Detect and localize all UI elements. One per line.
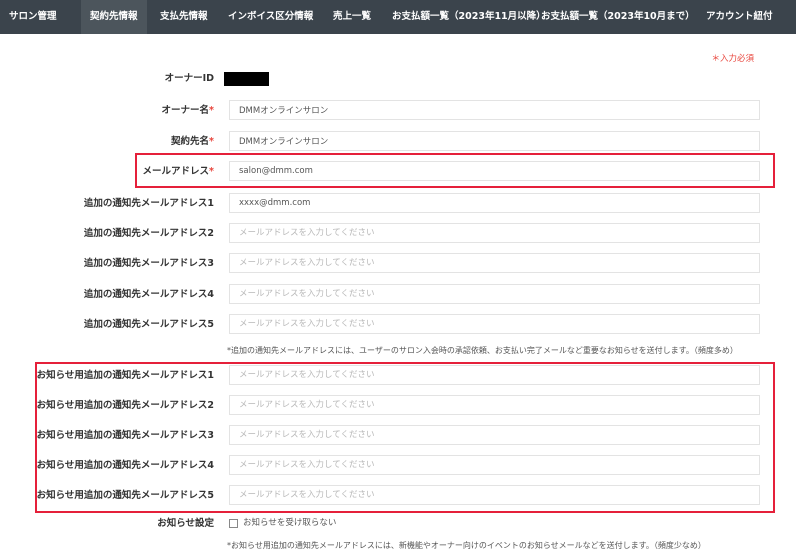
redacted-owner-id xyxy=(224,72,269,86)
contract-name-row: 契約先名* xyxy=(0,131,796,153)
email-label: メールアドレス* xyxy=(142,166,214,177)
notice-setting-label: お知らせ設定 xyxy=(157,518,214,529)
extra-email-label-3: 追加の通知先メールアドレス3 xyxy=(83,258,214,269)
extra-email-label-2: 追加の通知先メールアドレス2 xyxy=(83,228,214,239)
news-email-field-3[interactable] xyxy=(229,425,760,445)
notice-setting-row: お知らせ設定 xyxy=(0,513,796,535)
email-field[interactable] xyxy=(229,161,760,181)
email-row: メールアドレス* xyxy=(0,161,796,183)
extra-email-note: *追加の通知先メールアドレスには、ユーザーのサロン入会時の承認依頼、お支払い完了… xyxy=(227,346,738,355)
news-email-label-5: お知らせ用追加の通知先メールアドレス5 xyxy=(36,490,214,501)
news-email-field-4[interactable] xyxy=(229,455,760,475)
owner-id-label: オーナーID xyxy=(164,73,214,84)
extra-email-row-5: 追加の通知先メールアドレス5 xyxy=(0,314,796,336)
owner-name-row: オーナー名* xyxy=(0,100,796,122)
contract-name-label: 契約先名* xyxy=(171,136,214,147)
extra-email-field-2[interactable] xyxy=(229,223,760,243)
extra-email-field-4[interactable] xyxy=(229,284,760,304)
tab-sales-list[interactable]: 売上一覧 xyxy=(333,0,371,34)
news-email-label-1: お知らせ用追加の通知先メールアドレス1 xyxy=(36,370,214,381)
news-email-row-1: お知らせ用追加の通知先メールアドレス1 xyxy=(0,365,796,387)
extra-email-label-4: 追加の通知先メールアドレス4 xyxy=(83,289,214,300)
news-email-row-5: お知らせ用追加の通知先メールアドレス5 xyxy=(0,485,796,507)
top-navigation: サロン管理 契約先情報 支払先情報 インボイス区分情報 売上一覧 お支払額一覧（… xyxy=(0,0,796,34)
extra-email-row-4: 追加の通知先メールアドレス4 xyxy=(0,284,796,306)
extra-email-field-3[interactable] xyxy=(229,253,760,273)
contract-name-field[interactable] xyxy=(229,131,760,151)
owner-id-row: オーナーID xyxy=(0,68,796,90)
extra-email-label-1: 追加の通知先メールアドレス1 xyxy=(83,198,214,209)
news-email-label-4: お知らせ用追加の通知先メールアドレス4 xyxy=(36,460,214,471)
news-email-field-1[interactable] xyxy=(229,365,760,385)
tab-contract-info[interactable]: 契約先情報 xyxy=(81,0,147,34)
tab-payee-info[interactable]: 支払先情報 xyxy=(160,0,208,34)
news-email-row-2: お知らせ用追加の通知先メールアドレス2 xyxy=(0,395,796,417)
owner-name-field[interactable] xyxy=(229,100,760,120)
extra-email-label-5: 追加の通知先メールアドレス5 xyxy=(83,319,214,330)
news-email-field-2[interactable] xyxy=(229,395,760,415)
news-email-row-3: お知らせ用追加の通知先メールアドレス3 xyxy=(0,425,796,447)
extra-email-field-5[interactable] xyxy=(229,314,760,334)
extra-email-row-3: 追加の通知先メールアドレス3 xyxy=(0,253,796,275)
news-email-field-5[interactable] xyxy=(229,485,760,505)
tab-invoice-category[interactable]: インボイス区分情報 xyxy=(228,0,313,34)
notice-opt-out-label[interactable]: お知らせを受け取らない xyxy=(243,516,336,528)
notice-opt-out-checkbox[interactable] xyxy=(229,519,238,528)
extra-email-row-1: 追加の通知先メールアドレス1 xyxy=(0,193,796,215)
news-email-row-4: お知らせ用追加の通知先メールアドレス4 xyxy=(0,455,796,477)
owner-name-label: オーナー名* xyxy=(161,105,214,116)
news-email-label-2: お知らせ用追加の通知先メールアドレス2 xyxy=(36,400,214,411)
news-email-label-3: お知らせ用追加の通知先メールアドレス3 xyxy=(36,430,214,441)
news-email-note: *お知らせ用追加の通知先メールアドレスには、新機能やオーナー向けのイベントのお知… xyxy=(227,541,706,550)
tab-account-link[interactable]: アカウント紐付 xyxy=(706,0,773,34)
extra-email-field-1[interactable] xyxy=(229,193,760,213)
tab-payment-list-until-2023-10[interactable]: お支払額一覧（2023年10月まで） xyxy=(541,0,695,34)
extra-email-row-2: 追加の通知先メールアドレス2 xyxy=(0,223,796,245)
tab-payment-list-after-2023-11[interactable]: お支払額一覧（2023年11月以降） xyxy=(392,0,546,34)
required-note: ＊入力必須 xyxy=(711,54,754,64)
tab-salon-management[interactable]: サロン管理 xyxy=(9,0,57,34)
